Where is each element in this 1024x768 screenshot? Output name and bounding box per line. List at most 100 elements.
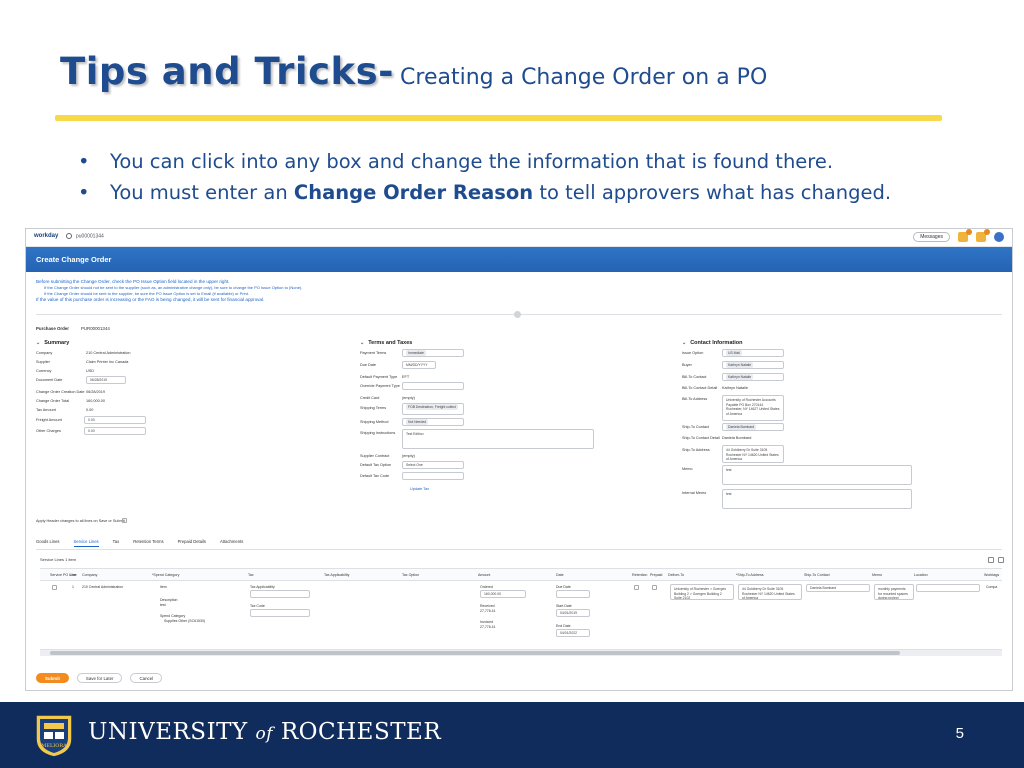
col-header: Tax bbox=[248, 573, 254, 577]
scrollbar-thumb[interactable] bbox=[50, 651, 900, 655]
other-charges-input[interactable]: 0.00 bbox=[84, 427, 146, 435]
bill-to-contact-input[interactable]: Kathryn Natalie bbox=[722, 373, 784, 381]
submit-button[interactable]: Submit bbox=[36, 673, 69, 683]
tab-prepaid-details[interactable]: Prepaid Details bbox=[178, 539, 206, 547]
bullet-item: You can click into any box and change th… bbox=[78, 146, 891, 177]
apply-header-checkbox[interactable] bbox=[122, 518, 127, 523]
col-header: Tax Applicability bbox=[324, 573, 350, 577]
payment-terms-input[interactable]: Immediate bbox=[402, 349, 464, 357]
bullet-bold: Change Order Reason bbox=[293, 181, 534, 204]
row-due-date-input[interactable] bbox=[556, 590, 590, 598]
row-location-input[interactable] bbox=[916, 584, 980, 592]
shipping-method-input[interactable]: Not Needed bbox=[402, 418, 464, 426]
search-value: pu00001344 bbox=[76, 233, 104, 240]
shipping-terms-input[interactable]: FOB Destination, Freight collect bbox=[402, 403, 464, 415]
internal-memo-textarea[interactable]: test bbox=[722, 489, 912, 509]
seal-motto: MELIORA bbox=[41, 743, 67, 749]
update-tax-button[interactable]: Update Tax bbox=[410, 487, 429, 491]
slide: Tips and Tricks- Creating a Change Order … bbox=[0, 0, 1024, 768]
ship-to-address-input[interactable]: 44 Goldberry Dr Suite 3105 Rochester NY … bbox=[722, 445, 784, 463]
notifications-icon[interactable] bbox=[976, 229, 990, 242]
bullet-item: You must enter an Change Order Reason to… bbox=[78, 177, 891, 208]
row-tax-applicability-input[interactable] bbox=[250, 590, 310, 598]
tax-amount-value: 0.00 bbox=[86, 408, 94, 412]
row-tax-code: Tax Code bbox=[250, 604, 265, 608]
contact-section-title[interactable]: ⌄ Contact Information bbox=[682, 340, 742, 346]
notification-badge bbox=[966, 229, 972, 235]
chevron-down-icon: ⌄ bbox=[360, 340, 365, 346]
page-title: Create Change Order bbox=[36, 255, 112, 264]
buyer-chip: Kathryn Natalie bbox=[726, 362, 754, 368]
row-end-date-input[interactable]: 04/01/2022 bbox=[556, 629, 590, 637]
row-start-date-input[interactable]: 04/01/2019 bbox=[556, 609, 590, 617]
profile-avatar-icon[interactable] bbox=[994, 232, 1004, 242]
col-header: Tax Option bbox=[402, 573, 420, 577]
bill-to-detail-value: Kathryn Natalie bbox=[722, 386, 748, 390]
buyer-input[interactable]: Kathryn Natalie bbox=[722, 361, 784, 369]
row-ship-to-input[interactable]: 44 Goldberry Dr Suite 3105 Rochester NY … bbox=[738, 584, 802, 600]
payment-terms-chip: Immediate bbox=[406, 350, 426, 356]
horizontal-scrollbar[interactable] bbox=[40, 650, 1002, 656]
issue-option-label: Issue Option bbox=[682, 351, 704, 355]
default-tax-code-input[interactable] bbox=[402, 472, 464, 480]
table-row[interactable]: 1 210 Central Administration Item Descri… bbox=[40, 582, 1002, 650]
row-worktags: Compa bbox=[986, 585, 998, 589]
document-date-input[interactable]: 06/28/2019 bbox=[86, 376, 126, 384]
tab-goods-lines[interactable]: Goods Lines bbox=[36, 539, 60, 547]
row-ordered-input[interactable]: 160,000.00 bbox=[480, 590, 526, 598]
tab-attachments[interactable]: Attachments bbox=[220, 539, 243, 547]
bill-to-address-input[interactable]: University of Rochester Accounts Payable… bbox=[722, 395, 784, 421]
shipping-instructions-textarea[interactable]: Test Edition bbox=[402, 429, 594, 449]
retention-checkbox[interactable] bbox=[634, 585, 639, 590]
freight-amount-label: Freight Amount bbox=[36, 418, 62, 422]
workday-logo[interactable]: workday bbox=[34, 233, 58, 239]
company-label: Company bbox=[36, 351, 53, 355]
default-tax-option-select[interactable]: Select One bbox=[402, 461, 464, 469]
row-checkbox[interactable] bbox=[52, 585, 57, 590]
row-ordered-label: Ordered bbox=[480, 585, 493, 589]
grid-view-icon[interactable] bbox=[988, 557, 994, 563]
cancel-button[interactable]: Cancel bbox=[130, 673, 163, 683]
row-ship-contact-input[interactable]: Daniela Bombard bbox=[806, 584, 870, 592]
override-payment-input[interactable] bbox=[402, 382, 464, 390]
shipping-method-label: Shipping Method bbox=[360, 420, 389, 424]
chevron-down-icon: ⌄ bbox=[36, 340, 41, 346]
tab-tax[interactable]: Tax bbox=[113, 539, 120, 547]
col-header: Deliver-To bbox=[668, 573, 685, 577]
row-due-date-label: Due Date bbox=[556, 585, 571, 589]
ship-to-address-label: Ship-To Address bbox=[682, 448, 710, 452]
memo-label: Memo bbox=[682, 467, 693, 471]
tab-service-lines[interactable]: Service Lines bbox=[73, 539, 99, 547]
expand-icon[interactable] bbox=[998, 557, 1004, 563]
row-deliver-to-input[interactable]: University of Rochester > Goergen Buildi… bbox=[670, 584, 734, 600]
col-header: Worktags bbox=[984, 573, 1000, 577]
app-topbar: workday pu00001344 Messages bbox=[26, 229, 1012, 247]
chevron-down-icon: ⌄ bbox=[682, 340, 687, 346]
due-date-input[interactable]: MM/DD/YYYY bbox=[402, 361, 436, 369]
messages-button[interactable]: Messages bbox=[913, 232, 950, 242]
tab-retention-terms[interactable]: Retention Terms bbox=[133, 539, 163, 547]
inbox-icon[interactable] bbox=[958, 229, 972, 242]
university-seal-icon: MELIORA bbox=[35, 714, 73, 758]
col-header: Ship-To Contact bbox=[804, 573, 830, 577]
row-tax-code-input[interactable] bbox=[250, 609, 310, 617]
internal-memo-label: Internal Memo bbox=[682, 491, 707, 495]
search-icon bbox=[66, 233, 72, 239]
row-line: 1 bbox=[72, 585, 74, 589]
row-memo-input[interactable]: monthly payments for mounted spaces duri… bbox=[874, 584, 914, 600]
wordmark-university: UNIVERSITY bbox=[88, 719, 248, 745]
issue-option-input[interactable]: US Mail bbox=[722, 349, 784, 357]
notice-line: If the value of this purchase order is i… bbox=[36, 297, 265, 302]
save-for-later-button[interactable]: Save for Later bbox=[76, 673, 123, 683]
terms-section-title[interactable]: ⌄ Terms and Taxes bbox=[360, 340, 412, 346]
memo-textarea[interactable]: test bbox=[722, 465, 912, 485]
col-header: Location bbox=[914, 573, 928, 577]
divider-handle[interactable] bbox=[514, 311, 521, 318]
prepaid-checkbox[interactable] bbox=[652, 585, 657, 590]
company-value: 210 Central Administration bbox=[86, 351, 131, 355]
creation-date-value: 06/28/2019 bbox=[86, 390, 106, 394]
search-input[interactable]: pu00001344 bbox=[66, 233, 146, 243]
ship-to-contact-input[interactable]: Daniela Bombard bbox=[722, 423, 784, 431]
freight-amount-input[interactable]: 0.00 bbox=[84, 416, 146, 424]
summary-section-title[interactable]: ⌄ Summary bbox=[36, 340, 69, 346]
